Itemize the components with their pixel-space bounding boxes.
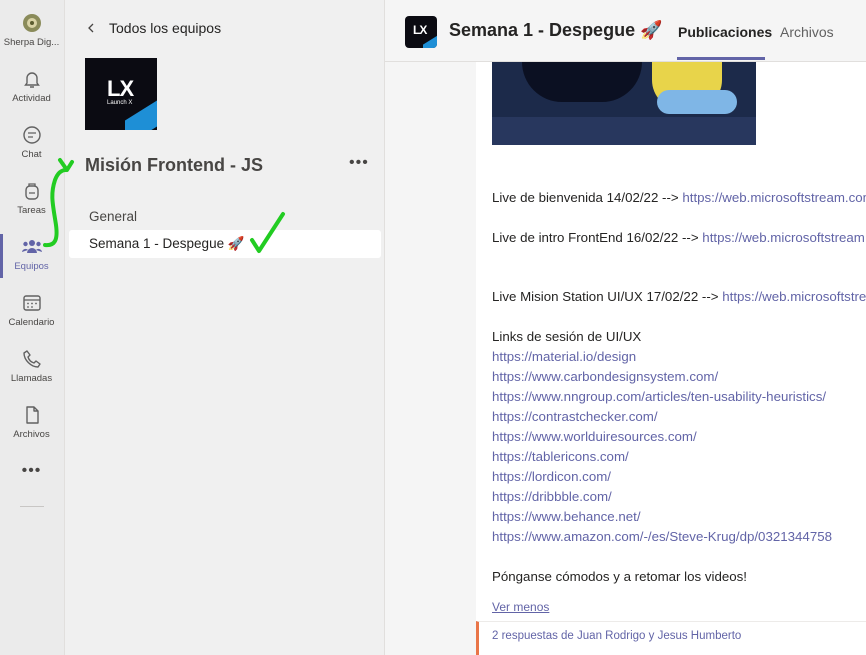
links-heading: Links de sesión de UI/UX bbox=[492, 329, 642, 344]
rail-item-chat[interactable]: Chat bbox=[0, 118, 63, 170]
back-label: Todos los equipos bbox=[109, 20, 222, 36]
gif-shape bbox=[657, 90, 737, 114]
resource-link[interactable]: https://tablericons.com/ bbox=[492, 449, 629, 464]
rail-divider bbox=[20, 506, 44, 507]
rail-label: Sherpa Dig... bbox=[3, 37, 60, 48]
team-name: Misión Frontend - JS bbox=[85, 155, 263, 175]
resource-link[interactable]: https://lordicon.com/ bbox=[492, 469, 611, 484]
closing-text: Pónganse cómodos y a retomar los videos! bbox=[492, 569, 747, 584]
stream-link[interactable]: https://web.microsoftstream.com bbox=[722, 289, 866, 304]
rail-label: Llamadas bbox=[10, 373, 53, 384]
channel-header: LX Semana 1 - Despegue 🚀 Publicaciones A… bbox=[385, 0, 866, 62]
replies-summary[interactable]: 2 respuestas de Juan Rodrigo y Jesus Hum… bbox=[476, 621, 866, 655]
rail-item-activity[interactable]: Actividad bbox=[0, 62, 63, 114]
post-line: Live de bienvenida 14/02/22 --> https://… bbox=[492, 190, 866, 205]
gif-shape bbox=[492, 117, 756, 145]
chevron-left-icon bbox=[88, 23, 94, 33]
line-text: Live Mision Station UI/UX 17/02/22 --> bbox=[492, 289, 723, 304]
post-line: Live Mision Station UI/UX 17/02/22 --> h… bbox=[492, 289, 866, 304]
channel-title: Semana 1 - Despegue 🚀 bbox=[449, 20, 663, 40]
see-less-link[interactable]: Ver menos bbox=[492, 600, 549, 614]
rail-label: Calendario bbox=[8, 317, 55, 328]
active-tab-indicator bbox=[677, 57, 765, 60]
teams-icon bbox=[21, 240, 42, 253]
phone-icon bbox=[22, 350, 41, 368]
bell-icon bbox=[23, 72, 40, 88]
rail-label: Tareas bbox=[17, 205, 46, 216]
post-line: Live de intro FrontEnd 16/02/22 --> http… bbox=[492, 230, 866, 245]
channel-logo: LX bbox=[405, 16, 437, 48]
app-rail: Sherpa Dig... Actividad Chat Tareas Equi… bbox=[0, 0, 65, 655]
gif-shape bbox=[522, 62, 642, 102]
org-logo-icon bbox=[22, 14, 41, 32]
post-card: Live de bienvenida 14/02/22 --> https://… bbox=[476, 62, 866, 621]
rail-item-files[interactable]: Archivos bbox=[0, 398, 63, 450]
rail-item-teams[interactable]: Equipos bbox=[0, 230, 63, 282]
more-apps-button[interactable]: ••• bbox=[0, 462, 63, 480]
rail-item-calendar[interactable]: Calendario bbox=[0, 286, 63, 338]
line-text: Live de intro FrontEnd 16/02/22 --> bbox=[492, 230, 703, 245]
team-more-options-button[interactable]: ••• bbox=[349, 154, 369, 172]
rail-item-calls[interactable]: Llamadas bbox=[0, 342, 63, 394]
replies-text: 2 respuestas de Juan Rodrigo y Jesus Hum… bbox=[492, 630, 742, 642]
team-panel: Todos los equipos LX Launch X Misión Fro… bbox=[65, 0, 385, 655]
stream-link[interactable]: https://web.microsoftstream.com bbox=[682, 190, 866, 205]
team-logo-text: LX bbox=[107, 76, 134, 101]
rail-label: Actividad bbox=[12, 93, 51, 104]
resource-link[interactable]: https://www.behance.net/ bbox=[492, 509, 641, 524]
tab-archivos[interactable]: Archivos bbox=[780, 24, 834, 40]
channel-item-semana-1[interactable]: Semana 1 - Despegue 🚀 bbox=[69, 230, 381, 258]
line-text: Live de bienvenida 14/02/22 --> bbox=[492, 190, 683, 205]
resource-link[interactable]: https://www.amazon.com/-/es/Steve-Krug/d… bbox=[492, 529, 832, 544]
resource-link[interactable]: https://www.nngroup.com/articles/ten-usa… bbox=[492, 389, 826, 404]
rail-label: Equipos bbox=[14, 261, 49, 272]
rail-item-tasks[interactable]: Tareas bbox=[0, 174, 63, 226]
resource-link[interactable]: https://www.worlduiresources.com/ bbox=[492, 429, 697, 444]
calendar-icon bbox=[22, 295, 41, 311]
resource-link[interactable]: https://material.io/design bbox=[492, 349, 636, 364]
file-icon bbox=[25, 406, 39, 424]
resource-link[interactable]: https://contrastchecker.com/ bbox=[492, 409, 658, 424]
chat-icon bbox=[22, 126, 41, 144]
post-gif-image[interactable] bbox=[492, 62, 756, 145]
channel-logo-text: LX bbox=[413, 23, 427, 37]
team-logo-subtext: Launch X bbox=[107, 100, 133, 106]
message-feed[interactable]: Live de bienvenida 14/02/22 --> https://… bbox=[385, 62, 866, 655]
resource-link[interactable]: https://dribbble.com/ bbox=[492, 489, 612, 504]
channel-item-general[interactable]: General bbox=[69, 202, 381, 230]
back-to-teams-link[interactable]: Todos los equipos bbox=[85, 20, 221, 36]
team-logo: LX Launch X bbox=[85, 58, 157, 130]
tab-publicaciones[interactable]: Publicaciones bbox=[678, 24, 772, 40]
resource-link[interactable]: https://www.carbondesignsystem.com/ bbox=[492, 369, 718, 384]
backpack-icon bbox=[24, 183, 39, 200]
stream-link[interactable]: https://web.microsoftstream.com bbox=[702, 230, 866, 245]
rail-label: Chat bbox=[21, 149, 42, 160]
rail-item-org[interactable]: Sherpa Dig... bbox=[0, 6, 63, 58]
rail-label: Archivos bbox=[13, 429, 50, 440]
